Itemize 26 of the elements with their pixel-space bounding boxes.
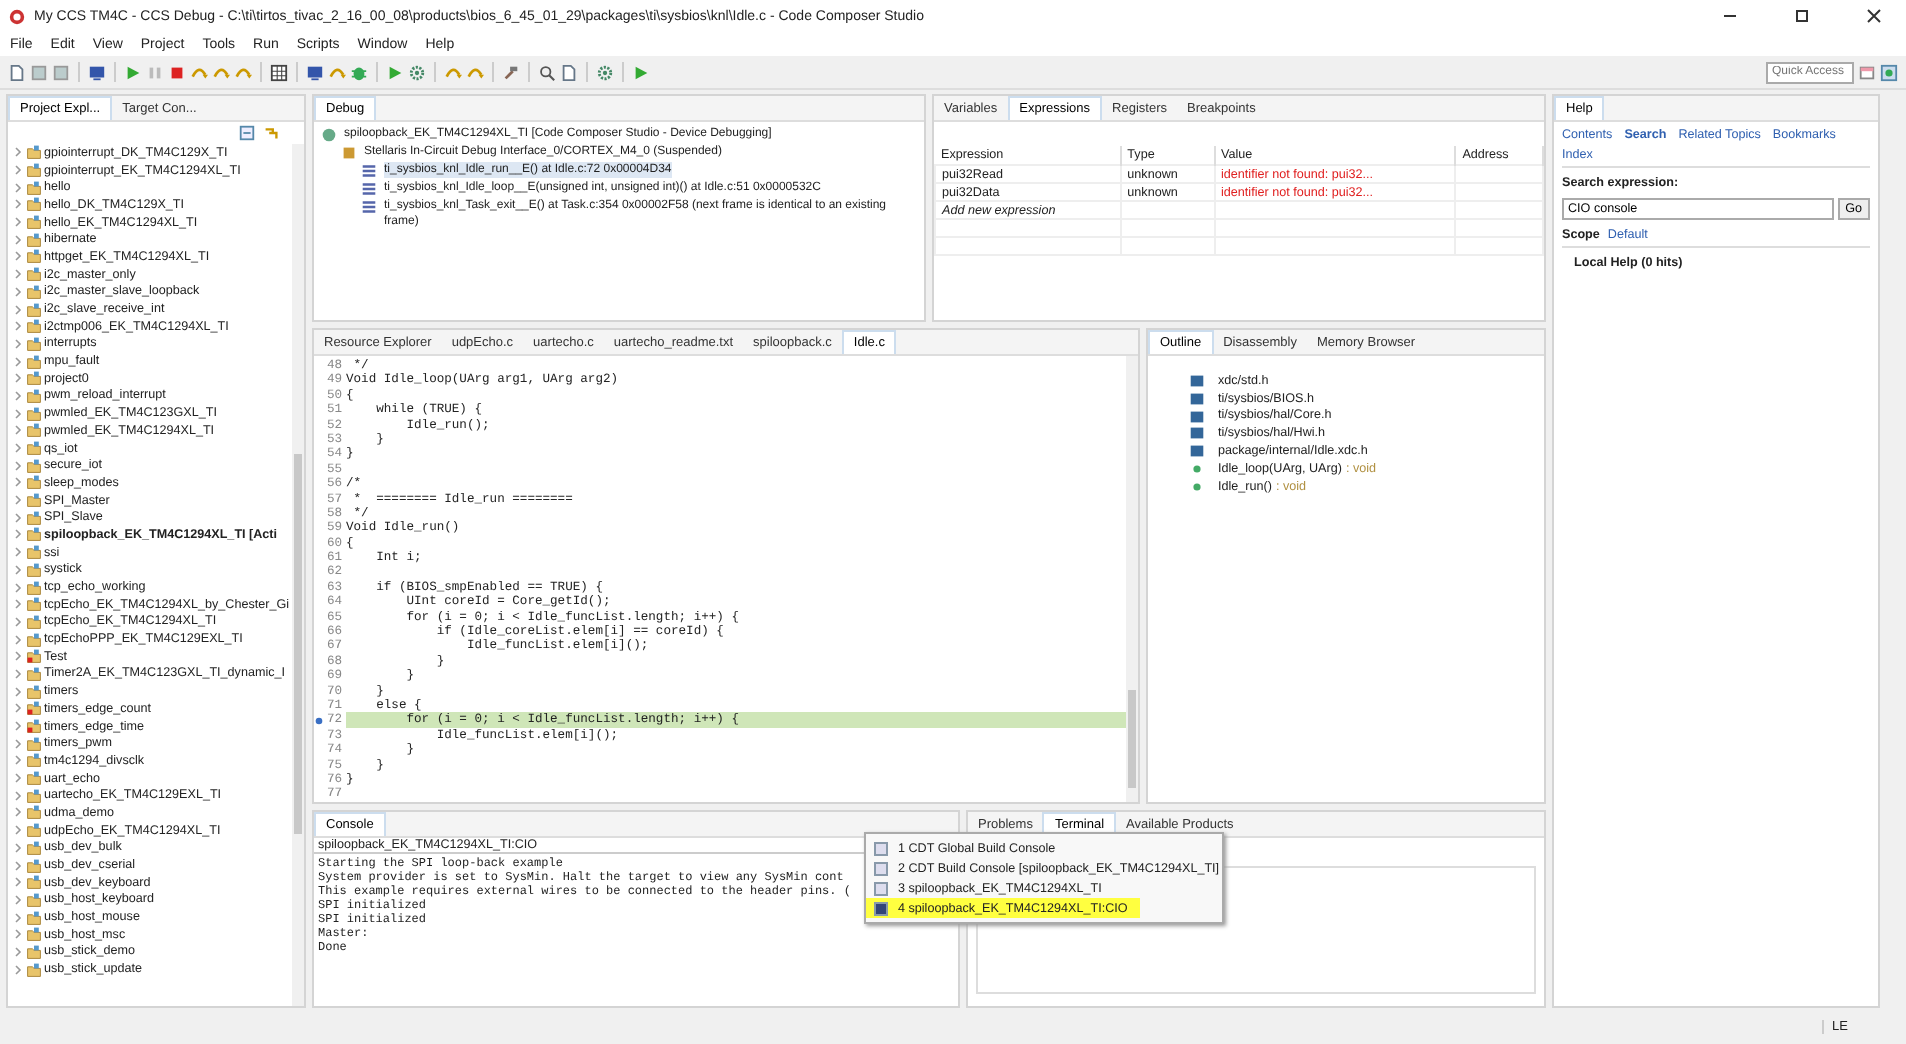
hammer-icon[interactable] [502, 63, 520, 81]
file-icon[interactable] [560, 63, 578, 81]
maximize-icon[interactable] [1792, 6, 1812, 26]
play-icon[interactable] [124, 63, 142, 81]
gear-icon[interactable] [596, 63, 614, 81]
stack-frame-icon [360, 180, 378, 198]
chip-icon [340, 144, 358, 162]
scrollbar[interactable] [292, 144, 304, 1006]
scrollbar[interactable] [1126, 356, 1138, 802]
play-icon[interactable] [632, 63, 650, 81]
gear-icon[interactable] [408, 63, 426, 81]
link-icon[interactable] [262, 124, 280, 142]
collapse-icon[interactable] [238, 124, 256, 142]
search-icon[interactable] [538, 63, 556, 81]
perspective-icon[interactable] [1858, 63, 1876, 81]
debug-perspective-icon[interactable] [1880, 63, 1898, 81]
play-icon[interactable] [386, 63, 404, 81]
monitor-icon[interactable] [306, 63, 324, 81]
grid-icon[interactable] [270, 63, 288, 81]
stack-frame-icon [360, 162, 378, 180]
stop-icon[interactable] [168, 63, 186, 81]
stack-frame-icon [360, 198, 378, 216]
file-icon[interactable] [8, 63, 26, 81]
app-icon [8, 7, 26, 25]
monitor-icon[interactable] [88, 63, 106, 81]
close-icon[interactable] [1864, 6, 1884, 26]
